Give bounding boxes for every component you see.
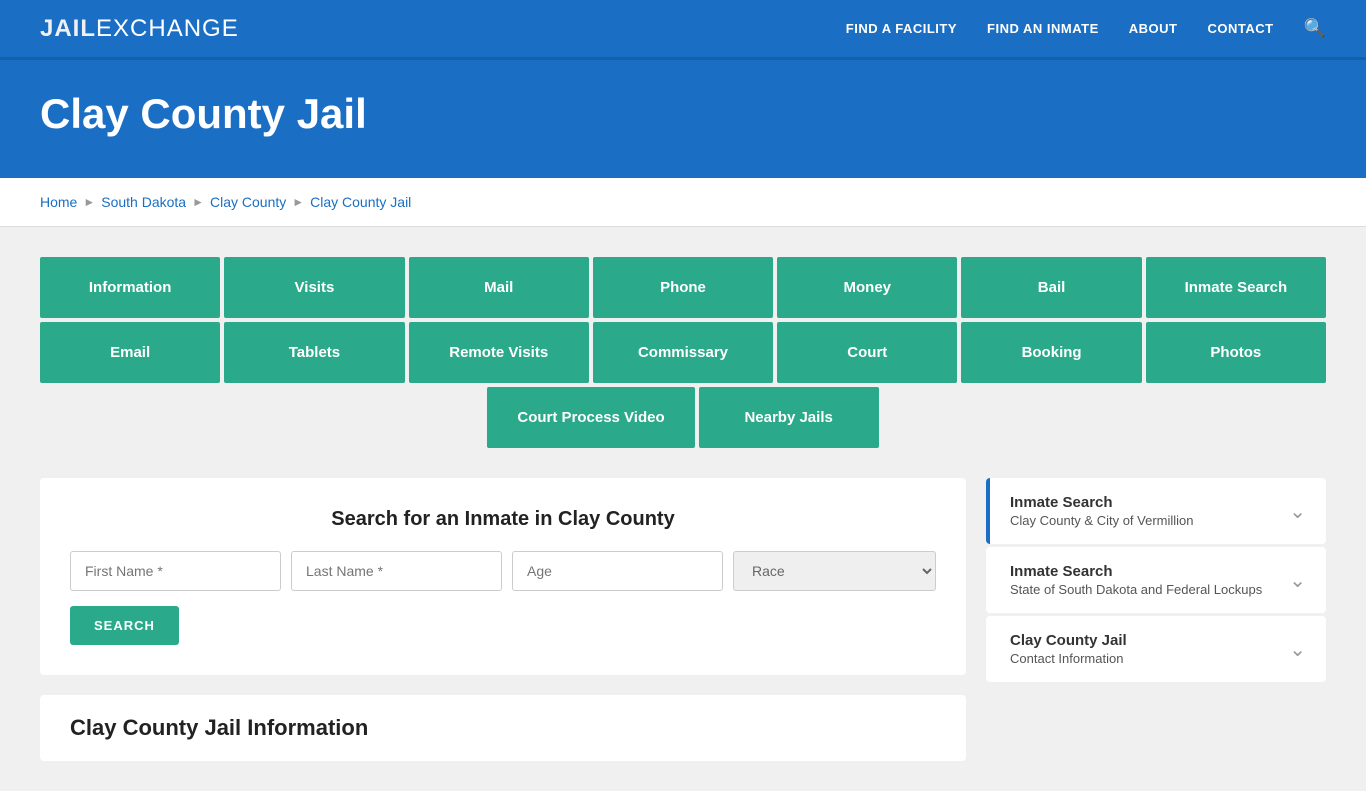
tile-information[interactable]: Information — [40, 257, 220, 318]
tile-photos[interactable]: Photos — [1146, 322, 1326, 383]
tile-remote-visits[interactable]: Remote Visits — [409, 322, 589, 383]
sidebar-card-title-2: Clay County Jail — [1010, 632, 1127, 649]
nav-find-inmate[interactable]: FIND AN INMATE — [987, 21, 1099, 36]
breadcrumb-sep-1: ► — [83, 195, 95, 209]
breadcrumb-home[interactable]: Home — [40, 194, 77, 210]
search-button[interactable]: SEARCH — [70, 606, 179, 645]
tile-tablets[interactable]: Tablets — [224, 322, 404, 383]
inmate-search-box: Search for an Inmate in Clay County Race… — [40, 478, 966, 675]
sidebar-card-1[interactable]: Inmate Search State of South Dakota and … — [986, 547, 1326, 613]
sidebar: Inmate Search Clay County & City of Verm… — [986, 478, 1326, 685]
tile-commissary[interactable]: Commissary — [593, 322, 773, 383]
sidebar-card-text-0: Inmate Search Clay County & City of Verm… — [1010, 494, 1194, 528]
sidebar-card-sub-2: Contact Information — [1010, 651, 1127, 666]
search-fields: Race — [70, 551, 936, 591]
sidebar-card-0[interactable]: Inmate Search Clay County & City of Verm… — [986, 478, 1326, 544]
tile-grid-row1: Information Visits Mail Phone Money Bail… — [40, 257, 1326, 318]
sidebar-card-2[interactable]: Clay County Jail Contact Information ⌄ — [986, 616, 1326, 682]
info-section: Clay County Jail Information — [40, 695, 966, 761]
breadcrumb-bar: Home ► South Dakota ► Clay County ► Clay… — [0, 178, 1366, 227]
tile-court[interactable]: Court — [777, 322, 957, 383]
header: JAILEXCHANGE FIND A FACILITY FIND AN INM… — [0, 0, 1366, 60]
content-row: Search for an Inmate in Clay County Race… — [40, 478, 1326, 761]
chevron-icon-1: ⌄ — [1289, 568, 1306, 593]
left-column: Search for an Inmate in Clay County Race… — [40, 478, 966, 761]
breadcrumb-sep-2: ► — [192, 195, 204, 209]
sidebar-card-text-2: Clay County Jail Contact Information — [1010, 632, 1127, 666]
age-input[interactable] — [512, 551, 723, 591]
tile-visits[interactable]: Visits — [224, 257, 404, 318]
breadcrumb-south-dakota[interactable]: South Dakota — [101, 194, 186, 210]
breadcrumb-clay-county[interactable]: Clay County — [210, 194, 286, 210]
breadcrumb-sep-3: ► — [292, 195, 304, 209]
logo[interactable]: JAILEXCHANGE — [40, 15, 239, 43]
sidebar-card-sub-1: State of South Dakota and Federal Lockup… — [1010, 582, 1262, 597]
logo-jail: JAIL — [40, 15, 96, 42]
breadcrumb: Home ► South Dakota ► Clay County ► Clay… — [40, 194, 1326, 210]
tile-mail[interactable]: Mail — [409, 257, 589, 318]
tile-grid-row2: Email Tablets Remote Visits Commissary C… — [40, 322, 1326, 383]
search-title: Search for an Inmate in Clay County — [70, 508, 936, 531]
tile-inmate-search[interactable]: Inmate Search — [1146, 257, 1326, 318]
nav-find-facility[interactable]: FIND A FACILITY — [846, 21, 957, 36]
tile-bail[interactable]: Bail — [961, 257, 1141, 318]
info-title: Clay County Jail Information — [70, 715, 936, 741]
sidebar-card-title-1: Inmate Search — [1010, 563, 1262, 580]
breadcrumb-clay-county-jail[interactable]: Clay County Jail — [310, 194, 411, 210]
tile-court-process-video[interactable]: Court Process Video — [487, 387, 694, 448]
sidebar-card-text-1: Inmate Search State of South Dakota and … — [1010, 563, 1262, 597]
tile-email[interactable]: Email — [40, 322, 220, 383]
logo-exchange: EXCHANGE — [96, 15, 239, 42]
page-title: Clay County Jail — [40, 90, 1326, 138]
main-nav: FIND A FACILITY FIND AN INMATE ABOUT CON… — [846, 18, 1326, 39]
chevron-icon-2: ⌄ — [1289, 637, 1306, 662]
tile-money[interactable]: Money — [777, 257, 957, 318]
tile-phone[interactable]: Phone — [593, 257, 773, 318]
first-name-input[interactable] — [70, 551, 281, 591]
race-select[interactable]: Race — [733, 551, 936, 591]
tile-grid-row3: Court Process Video Nearby Jails — [40, 387, 1326, 448]
search-icon[interactable]: 🔍 — [1304, 18, 1326, 39]
nav-contact[interactable]: CONTACT — [1207, 21, 1273, 36]
tile-booking[interactable]: Booking — [961, 322, 1141, 383]
hero-section: Clay County Jail — [0, 60, 1366, 178]
tile-nearby-jails[interactable]: Nearby Jails — [699, 387, 879, 448]
sidebar-card-title-0: Inmate Search — [1010, 494, 1194, 511]
chevron-icon-0: ⌄ — [1289, 499, 1306, 524]
nav-about[interactable]: ABOUT — [1129, 21, 1178, 36]
sidebar-card-sub-0: Clay County & City of Vermillion — [1010, 513, 1194, 528]
main-content: Information Visits Mail Phone Money Bail… — [0, 227, 1366, 791]
last-name-input[interactable] — [291, 551, 502, 591]
